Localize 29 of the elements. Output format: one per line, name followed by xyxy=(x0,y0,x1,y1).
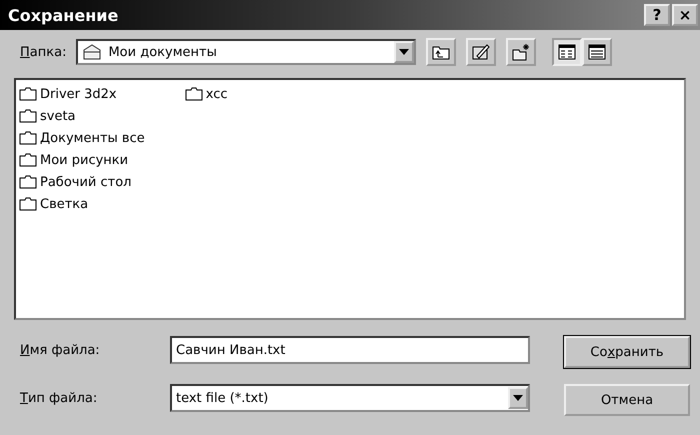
file-type-value: text file (*.txt) xyxy=(176,390,270,406)
folder-dropdown[interactable]: Мои документы xyxy=(76,39,416,65)
folder-value: Мои документы xyxy=(108,44,218,60)
up-folder-button[interactable] xyxy=(426,38,456,66)
details-view-button[interactable] xyxy=(582,38,612,66)
folder-item[interactable]: Driver 3d2x xyxy=(19,83,145,105)
file-name-label: Имя файла: xyxy=(20,342,101,358)
close-button[interactable]: × xyxy=(672,4,698,26)
desktop-button[interactable] xyxy=(466,38,496,66)
pencil-icon xyxy=(471,42,492,62)
help-button[interactable]: ? xyxy=(644,4,670,26)
folder-item[interactable]: sveta xyxy=(19,105,145,127)
folder-item[interactable]: Мои рисунки xyxy=(19,149,145,171)
folder-item[interactable]: xcc xyxy=(184,83,228,105)
list-view-icon xyxy=(558,44,576,60)
new-folder-button[interactable] xyxy=(506,38,536,66)
file-type-label: Тип файла: xyxy=(20,390,98,406)
folder-item[interactable]: Документы все xyxy=(19,127,145,149)
folder-item[interactable]: Светка xyxy=(19,193,145,215)
file-name-field[interactable]: Савчин Иван.txt xyxy=(170,336,530,364)
save-button[interactable]: Сохранить xyxy=(564,336,690,368)
folder-item[interactable]: Рабочий стол xyxy=(19,171,145,193)
file-type-dropdown[interactable]: text file (*.txt) xyxy=(170,384,530,412)
list-view-button[interactable] xyxy=(552,38,582,66)
folder-label: Папка: xyxy=(20,44,66,60)
cancel-button[interactable]: Отмена xyxy=(564,384,690,416)
window-title: Сохранение xyxy=(8,6,118,24)
new-folder-icon xyxy=(511,42,532,62)
details-view-icon xyxy=(588,44,606,60)
